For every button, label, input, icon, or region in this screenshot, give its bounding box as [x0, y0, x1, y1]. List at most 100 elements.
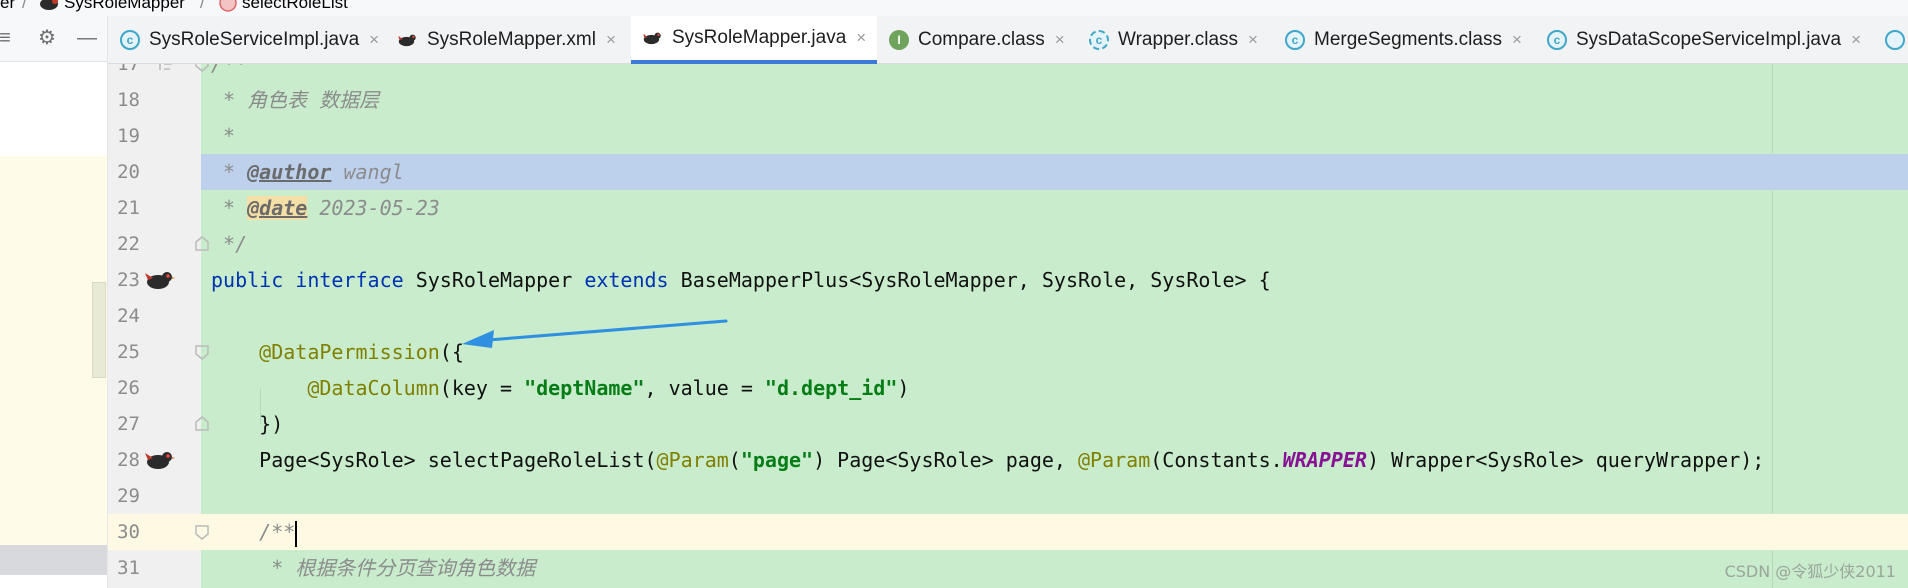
annotation-text: @DataPermission	[259, 340, 440, 364]
class-icon: c	[120, 30, 140, 50]
annotation-text: @Param	[656, 448, 729, 472]
code-line[interactable]: 26 @DataColumn(key = "deptName", value =…	[108, 370, 1908, 406]
string-literal: "page"	[740, 448, 814, 472]
code-line[interactable]: 17 /**	[108, 64, 1908, 82]
code-line[interactable]: 19 *	[108, 118, 1908, 154]
code-editor[interactable]: 17 /** 18 * 角色表 数据层 19 * 20 * @author wa…	[108, 64, 1908, 588]
annotation-text: @DataColumn	[307, 376, 440, 400]
code-text: /**	[211, 514, 298, 550]
tab-label: SysRoleMapper.xml	[427, 29, 596, 50]
interface-icon: I	[889, 30, 909, 50]
close-icon[interactable]: ×	[1851, 30, 1861, 50]
doc-render-icon[interactable]	[158, 64, 176, 72]
tab-sysdatascopeserviceimpl-java[interactable]: c SysDataScopeServiceImpl.java ×	[1535, 16, 1873, 64]
mybatis-bird-icon	[398, 34, 416, 47]
line-number: 22	[117, 233, 140, 255]
line-number: 29	[117, 485, 140, 507]
string-literal: "deptName"	[524, 376, 645, 400]
code-line[interactable]: 24	[108, 298, 1908, 334]
tab-mergesegments-class[interactable]: c MergeSegments.class ×	[1273, 16, 1535, 64]
mybatis-bird-icon	[643, 32, 661, 45]
close-icon[interactable]: ×	[1248, 30, 1258, 50]
close-icon[interactable]: ×	[1055, 30, 1065, 50]
line-number: 25	[117, 341, 140, 363]
breadcrumb-separator: /	[22, 0, 27, 12]
watermark: CSDN @令狐少侠2011	[1724, 562, 1896, 581]
tab-label: SysRoleMapper.java	[672, 27, 847, 48]
panel-scrollbar[interactable]	[92, 282, 106, 378]
code-text: * @date 2023-05-23	[211, 196, 440, 220]
code-line[interactable]: 27 })	[108, 406, 1908, 442]
mybatis-bird-icon[interactable]	[145, 449, 175, 471]
tab-sysrolemapper-java[interactable]: SysRoleMapper.java ×	[631, 16, 877, 64]
code-line[interactable]: 21 * @date 2023-05-23	[108, 190, 1908, 226]
breadcrumb-separator: /	[200, 0, 205, 12]
code-text: public interface SysRoleMapper extends B…	[211, 268, 1271, 292]
line-number: 21	[117, 197, 140, 219]
code-text: /**	[211, 64, 248, 76]
code-line[interactable]: 22 */	[108, 226, 1908, 262]
breadcrumb-item[interactable]: SysRoleMapper	[64, 0, 185, 11]
code-text: */	[211, 232, 248, 256]
line-number: 31	[117, 557, 140, 579]
code-line[interactable]: 23 public interface SysRoleMapper extend…	[108, 262, 1908, 298]
tab-label: Compare.class	[918, 29, 1045, 50]
fold-icon[interactable]	[194, 524, 210, 540]
code-line-selected[interactable]: 20 * @author wangl	[108, 154, 1908, 190]
tab-wrapper-class[interactable]: c Wrapper.class ×	[1077, 16, 1273, 64]
line-number: 18	[117, 89, 140, 111]
line-number: 27	[117, 413, 140, 435]
close-icon[interactable]: ×	[856, 28, 866, 48]
close-icon[interactable]: ×	[369, 30, 379, 50]
line-number: 17	[117, 64, 140, 75]
code-line-current[interactable]: 30 /**	[108, 514, 1908, 550]
breadcrumb-item[interactable]: selectRoleList	[242, 0, 348, 11]
fold-icon[interactable]	[194, 344, 210, 360]
string-literal: "d.dept_id"	[764, 376, 898, 400]
code-line[interactable]: 31 * 根据条件分页查询角色数据	[108, 550, 1908, 586]
close-icon[interactable]: ×	[606, 30, 616, 50]
tab-label: Wrapper.class	[1118, 29, 1239, 50]
mybatis-bird-icon[interactable]	[145, 269, 175, 291]
class-icon	[1885, 30, 1905, 50]
code-text: *	[211, 124, 236, 148]
indent-guide	[260, 388, 261, 424]
line-number: 19	[117, 125, 140, 147]
method-icon	[219, 0, 237, 12]
panel-selected-row[interactable]	[0, 545, 107, 575]
tab-overflow[interactable]	[1873, 16, 1908, 64]
code-text: Page<SysRole> selectPageRoleList(@Param(…	[259, 448, 1765, 472]
line-number: 24	[117, 305, 140, 327]
code-text: * 角色表 数据层	[211, 88, 380, 112]
code-text: * @author wangl	[211, 160, 404, 184]
tab-label: SysRoleServiceImpl.java	[149, 29, 360, 50]
code-line[interactable]: 18 * 角色表 数据层	[108, 82, 1908, 118]
class-icon: c	[1285, 30, 1305, 50]
tab-compare-class[interactable]: I Compare.class ×	[877, 16, 1077, 64]
breadcrumb: er / SysRoleMapper / selectRoleList	[0, 0, 1908, 16]
annotation-text: @Param	[1077, 448, 1151, 472]
code-line[interactable]: 29	[108, 478, 1908, 514]
gear-icon[interactable]: ⚙	[36, 27, 58, 49]
code-line[interactable]: 25 @DataPermission({	[108, 334, 1908, 370]
line-number: 30	[117, 521, 140, 543]
tab-sysrolemapper-xml[interactable]: SysRoleMapper.xml ×	[386, 16, 631, 64]
class-icon: c	[1547, 30, 1567, 50]
editor-tab-bar: c SysRoleServiceImpl.java × SysRoleMappe…	[108, 16, 1908, 64]
collapse-icon[interactable]: ≡	[0, 27, 16, 49]
fold-icon[interactable]	[194, 416, 210, 432]
minimize-icon[interactable]: —	[76, 27, 98, 49]
line-number: 26	[117, 377, 140, 399]
constant-text: WRAPPER	[1282, 448, 1367, 472]
fold-icon[interactable]	[194, 64, 210, 72]
breadcrumb-item[interactable]: er	[0, 0, 15, 11]
javadoc-tag: @author	[247, 160, 332, 184]
code-line[interactable]: 28 Page<SysRole> selectPageRoleList(@Par…	[108, 442, 1908, 478]
line-number: 20	[117, 161, 140, 183]
fold-icon[interactable]	[194, 236, 210, 252]
panel-highlight-area	[0, 156, 107, 546]
text-caret	[295, 520, 298, 547]
tab-sysroleserviceimpl-java[interactable]: c SysRoleServiceImpl.java ×	[108, 16, 386, 64]
close-icon[interactable]: ×	[1512, 30, 1522, 50]
line-number: 28	[117, 449, 140, 471]
